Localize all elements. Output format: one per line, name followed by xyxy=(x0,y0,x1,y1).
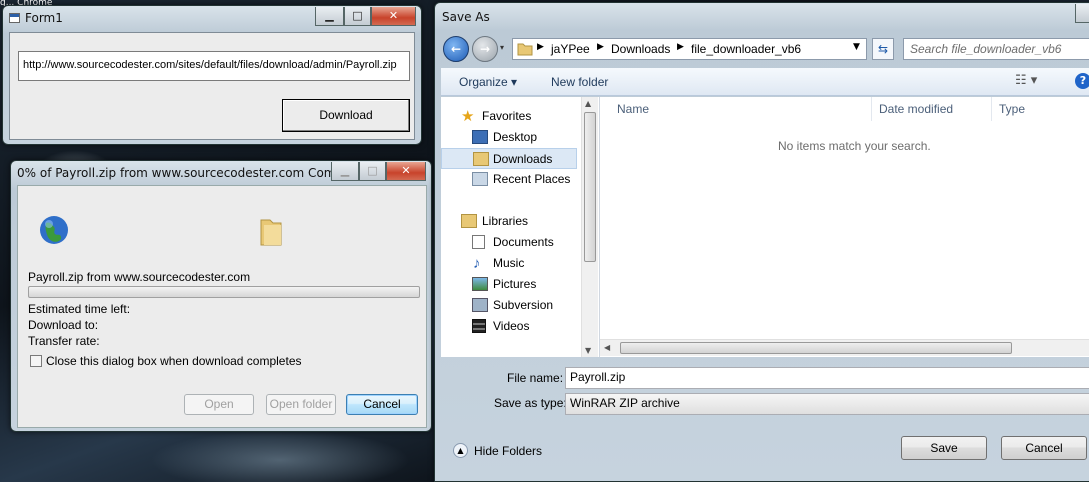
save-as-titlebar[interactable]: Save As xyxy=(435,3,1089,27)
desktop-icon xyxy=(472,130,488,144)
maximize-button[interactable]: □ xyxy=(344,7,371,26)
search-box[interactable]: Search file_downloader_vb6 xyxy=(903,38,1089,60)
wallpaper-glow xyxy=(150,430,410,482)
downloads-folder-icon xyxy=(473,152,489,166)
url-input-value: http://www.sourcecodester.com/sites/defa… xyxy=(23,59,397,71)
save-as-title: Save As xyxy=(442,10,490,24)
navigation-pane: ★ Favorites Desktop Downloads Recent Pla… xyxy=(441,97,599,357)
breadcrumb-sep-icon: ▶ xyxy=(677,42,684,52)
breadcrumb-item[interactable]: file_downloader_vb6 xyxy=(691,42,801,56)
subversion-icon xyxy=(472,298,488,312)
views-icon[interactable]: ☷ ▾ xyxy=(1015,73,1037,88)
help-icon[interactable]: ? xyxy=(1075,73,1089,89)
file-source-text: Payroll.zip from www.sourcecodester.com xyxy=(28,270,251,284)
column-header-type[interactable]: Type xyxy=(992,97,1089,121)
empty-message: No items match your search. xyxy=(778,139,931,153)
organize-button[interactable]: Organize ▾ xyxy=(459,75,517,89)
star-icon: ★ xyxy=(461,108,475,125)
forward-arrow-icon: → xyxy=(479,42,491,56)
form1-titlebar[interactable]: Form1 ▁ □ ✕ xyxy=(3,6,421,30)
pictures-icon xyxy=(472,277,488,291)
music-icon: ♪ xyxy=(473,255,481,272)
estimated-time-label: Estimated time left: xyxy=(28,302,131,316)
documents-icon xyxy=(472,235,485,249)
folder-icon xyxy=(517,43,533,56)
nav-scroll-thumb[interactable] xyxy=(584,112,596,262)
folder-icon xyxy=(260,219,282,246)
open-button[interactable]: Open xyxy=(184,394,254,415)
url-input[interactable]: http://www.sourcecodester.com/sites/defa… xyxy=(18,51,410,81)
breadcrumb-sep-icon: ▶ xyxy=(597,42,604,52)
column-header-row: Name Date modified Type xyxy=(600,97,1089,121)
close-when-done-checkbox[interactable] xyxy=(30,355,42,367)
progress-client: Payroll.zip from www.sourcecodester.com … xyxy=(17,185,427,428)
transfer-rate-label: Transfer rate: xyxy=(28,334,100,348)
form-icon xyxy=(9,13,20,23)
minimize-button[interactable]: ▁ xyxy=(315,7,344,26)
address-dropdown-icon[interactable]: ▼ xyxy=(853,42,860,52)
hscroll-left[interactable]: ◀ xyxy=(604,343,610,352)
breadcrumb-item[interactable]: jaYPee xyxy=(551,42,590,56)
nav-scroll-down[interactable]: ▼ xyxy=(585,346,591,355)
close-button[interactable]: ✕ xyxy=(371,7,416,26)
address-bar[interactable]: ▶ jaYPee ▶ Downloads ▶ file_downloader_v… xyxy=(512,38,867,60)
hide-folders-button[interactable]: ▲ Hide Folders xyxy=(453,442,553,460)
file-name-input[interactable]: Payroll.zip xyxy=(565,367,1089,389)
file-name-label: File name: xyxy=(507,371,564,385)
command-bar: Organize ▾ New folder ☷ ▾ ? xyxy=(441,68,1089,96)
libraries-icon xyxy=(461,214,477,228)
progress-title: 0% of Payroll.zip from www.sourcecodeste… xyxy=(17,166,366,180)
refresh-icon: ⇆ xyxy=(877,42,889,56)
close-button-partial[interactable] xyxy=(1075,4,1089,23)
recent-locations-dropdown[interactable]: ▾ xyxy=(500,43,510,55)
hscroll-thumb[interactable] xyxy=(620,342,1012,354)
form1-title: Form1 xyxy=(25,11,63,25)
new-folder-button[interactable]: New folder xyxy=(551,75,608,89)
close-button[interactable]: ✕ xyxy=(386,162,426,181)
download-progress-window: 0% of Payroll.zip from www.sourcecodeste… xyxy=(10,160,432,432)
open-folder-button[interactable]: Open folder xyxy=(266,394,336,415)
column-header-date[interactable]: Date modified xyxy=(872,97,992,121)
nav-scroll-up[interactable]: ▲ xyxy=(585,99,591,108)
breadcrumb-item[interactable]: Downloads xyxy=(611,42,670,56)
download-button[interactable]: Download xyxy=(282,99,410,132)
form1-client: http://www.sourcecodester.com/sites/defa… xyxy=(9,32,415,140)
form1-window: Form1 ▁ □ ✕ http://www.sourcecodester.co… xyxy=(2,5,422,145)
globe-icon xyxy=(40,216,68,244)
column-header-name[interactable]: Name xyxy=(610,97,872,121)
save-as-window: Save As ← → ▾ ▶ jaYPee ▶ Downloads ▶ fil… xyxy=(434,2,1089,482)
maximize-button[interactable]: □ xyxy=(359,162,386,181)
back-button[interactable]: ← xyxy=(443,36,469,62)
nav-downloads[interactable]: Downloads xyxy=(441,148,577,169)
videos-icon xyxy=(472,319,486,333)
horizontal-scrollbar[interactable]: ◀ xyxy=(600,339,1089,356)
file-list: Name Date modified Type No items match y… xyxy=(599,97,1089,357)
breadcrumb-sep-icon: ▶ xyxy=(537,42,544,52)
recent-places-icon xyxy=(472,172,488,186)
cancel-button[interactable]: Cancel xyxy=(1001,436,1087,460)
cancel-button[interactable]: Cancel xyxy=(346,394,418,415)
save-button[interactable]: Save xyxy=(901,436,987,460)
save-type-select[interactable]: WinRAR ZIP archive xyxy=(565,393,1089,415)
forward-button[interactable]: → xyxy=(472,36,498,62)
save-type-label: Save as type: xyxy=(494,396,567,410)
refresh-button[interactable]: ⇆ xyxy=(872,38,894,60)
close-when-done-label[interactable]: Close this dialog box when download comp… xyxy=(46,354,302,368)
search-placeholder: Search file_downloader_vb6 xyxy=(910,42,1062,56)
minimize-button[interactable]: ▁ xyxy=(331,162,359,181)
progress-titlebar[interactable]: 0% of Payroll.zip from www.sourcecodeste… xyxy=(11,161,431,185)
download-progress-bar xyxy=(28,286,420,298)
nav-scrollbar[interactable]: ▲ ▼ xyxy=(581,97,598,357)
download-to-label: Download to: xyxy=(28,318,99,332)
back-arrow-icon: ← xyxy=(450,42,462,56)
collapse-icon: ▲ xyxy=(453,443,468,458)
